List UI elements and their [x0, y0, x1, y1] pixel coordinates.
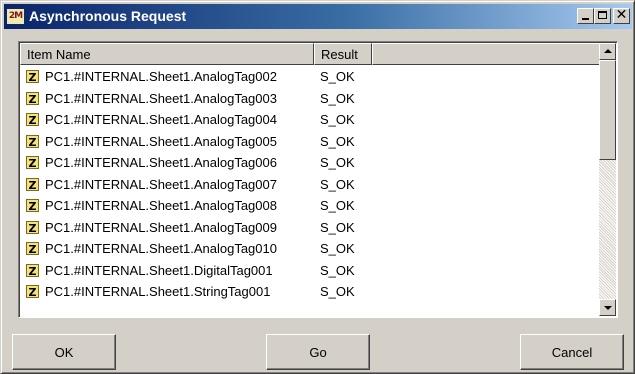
list-item[interactable]: Z PC1.#INTERNAL.Sheet1.AnalogTag003 S_OK: [20, 88, 600, 110]
tag-icon: Z: [26, 177, 39, 192]
item-result: S_OK: [320, 284, 355, 299]
app-icon: 2M: [7, 9, 24, 24]
item-name: PC1.#INTERNAL.Sheet1.AnalogTag008: [45, 198, 277, 213]
close-icon: ✕: [615, 7, 628, 23]
tag-icon: Z: [26, 113, 39, 127]
list-item[interactable]: Z PC1.#INTERNAL.Sheet1.AnalogTag007 S_OK: [20, 174, 600, 196]
scroll-thumb[interactable]: [599, 60, 616, 160]
maximize-button[interactable]: [594, 8, 611, 24]
tag-icon: Z: [26, 156, 39, 170]
title-bar[interactable]: 2M Asynchronous Request ✕: [4, 4, 632, 29]
async-request-dialog: 2M Asynchronous Request ✕ Item Name Resu…: [0, 0, 635, 374]
list-header: Item Name Result: [20, 43, 600, 65]
item-name: PC1.#INTERNAL.Sheet1.AnalogTag006: [45, 155, 277, 170]
cancel-button[interactable]: Cancel: [520, 334, 624, 370]
item-name: PC1.#INTERNAL.Sheet1.StringTag001: [45, 284, 271, 299]
list-item[interactable]: Z PC1.#INTERNAL.Sheet1.AnalogTag006 S_OK: [20, 152, 600, 174]
item-name: PC1.#INTERNAL.Sheet1.DigitalTag001: [45, 262, 273, 278]
item-result: S_OK: [320, 176, 355, 192]
item-name: PC1.#INTERNAL.Sheet1.AnalogTag003: [45, 90, 277, 106]
list-item[interactable]: Z PC1.#INTERNAL.Sheet1.AnalogTag009 S_OK: [20, 217, 600, 239]
item-result: S_OK: [320, 155, 355, 170]
caption-buttons: ✕: [577, 7, 630, 26]
arrow-up-icon: [604, 49, 612, 53]
maximize-icon: [598, 11, 607, 19]
list-rows: Z PC1.#INTERNAL.Sheet1.AnalogTag002 S_OK Z P…: [20, 66, 600, 303]
list-item[interactable]: Z PC1.#INTERNAL.Sheet1.AnalogTag008 S_OK: [20, 195, 600, 217]
scroll-down-button[interactable]: [599, 299, 616, 316]
arrow-down-icon: [604, 306, 612, 310]
item-name: PC1.#INTERNAL.Sheet1.AnalogTag009: [45, 219, 277, 235]
item-result: S_OK: [320, 69, 355, 84]
item-result: S_OK: [320, 133, 355, 149]
list-item[interactable]: Z PC1.#INTERNAL.Sheet1.DigitalTag001 S_OK: [20, 260, 600, 282]
list-item[interactable]: Z PC1.#INTERNAL.Sheet1.AnalogTag010 S_OK: [20, 238, 600, 260]
item-result: S_OK: [320, 90, 355, 106]
item-result: S_OK: [320, 262, 355, 278]
window-title: Asynchronous Request: [29, 8, 187, 24]
scroll-up-button[interactable]: [599, 43, 616, 60]
column-header-filler: [372, 43, 600, 65]
item-name: PC1.#INTERNAL.Sheet1.AnalogTag002: [45, 69, 277, 84]
list-item[interactable]: Z PC1.#INTERNAL.Sheet1.AnalogTag002 S_OK: [20, 66, 600, 88]
item-name: PC1.#INTERNAL.Sheet1.AnalogTag004: [45, 112, 277, 127]
item-result: S_OK: [320, 198, 355, 213]
tag-icon: Z: [26, 263, 39, 278]
tag-icon: Z: [26, 220, 39, 235]
item-name: PC1.#INTERNAL.Sheet1.AnalogTag007: [45, 176, 277, 192]
item-result: S_OK: [320, 241, 355, 256]
vertical-scrollbar[interactable]: [599, 43, 616, 316]
list-item[interactable]: Z PC1.#INTERNAL.Sheet1.StringTag001 S_OK: [20, 281, 600, 303]
tag-icon: Z: [26, 242, 39, 256]
request-results-list[interactable]: Item Name Result Z PC1.#INTERNAL.Sheet1.A…: [18, 41, 618, 318]
tag-icon: Z: [26, 70, 39, 84]
item-result: S_OK: [320, 219, 355, 235]
minimize-button[interactable]: [577, 8, 594, 24]
item-name: PC1.#INTERNAL.Sheet1.AnalogTag010: [45, 241, 277, 256]
go-button[interactable]: Go: [266, 334, 370, 370]
tag-icon: Z: [26, 91, 39, 106]
close-button[interactable]: ✕: [613, 7, 630, 24]
minimize-icon: [582, 18, 589, 20]
column-header-result[interactable]: Result: [314, 43, 372, 65]
column-header-item-name[interactable]: Item Name: [20, 43, 314, 65]
tag-icon: Z: [26, 199, 39, 213]
list-item[interactable]: Z PC1.#INTERNAL.Sheet1.AnalogTag005 S_OK: [20, 131, 600, 153]
list-item[interactable]: Z PC1.#INTERNAL.Sheet1.AnalogTag004 S_OK: [20, 109, 600, 131]
tag-icon: Z: [26, 134, 39, 149]
item-name: PC1.#INTERNAL.Sheet1.AnalogTag005: [45, 133, 277, 149]
ok-button[interactable]: OK: [12, 334, 116, 370]
tag-icon: Z: [26, 285, 39, 299]
item-result: S_OK: [320, 112, 355, 127]
